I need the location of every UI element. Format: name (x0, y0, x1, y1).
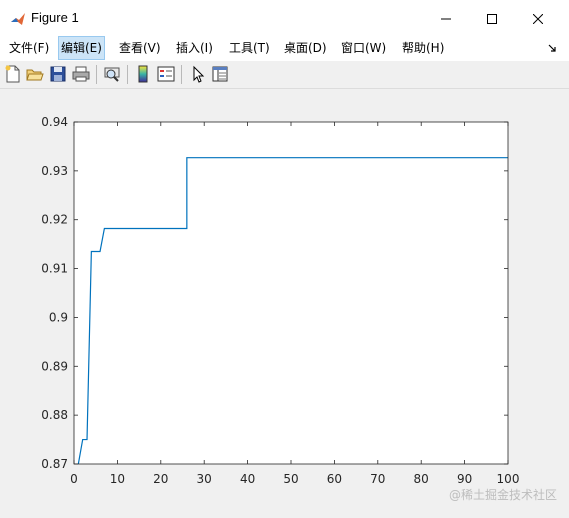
maximize-button[interactable] (469, 0, 515, 37)
print-preview-icon[interactable] (103, 65, 121, 83)
property-inspector-icon[interactable] (211, 65, 229, 83)
print-icon[interactable] (72, 65, 90, 83)
toolbar (0, 61, 569, 89)
x-tick-label: 50 (283, 472, 298, 486)
menu-insert[interactable]: 插入(I) (174, 37, 215, 59)
title-bar: Figure 1 (0, 0, 569, 37)
x-tick-label: 90 (457, 472, 472, 486)
x-tick-label: 80 (414, 472, 429, 486)
y-tick-label: 0.89 (41, 359, 68, 373)
matlab-logo-icon (10, 11, 26, 27)
y-tick-label: 0.87 (41, 457, 68, 471)
x-tick-label: 30 (197, 472, 212, 486)
y-tick-label: 0.92 (41, 213, 68, 227)
y-tick-label: 0.9 (49, 310, 68, 324)
x-tick-label: 0 (70, 472, 78, 486)
maximize-icon (487, 13, 497, 24)
menu-desktop[interactable]: 桌面(D) (282, 37, 329, 59)
close-button[interactable] (515, 0, 561, 37)
plot-area (74, 122, 508, 464)
menu-window[interactable]: 窗口(W) (339, 37, 388, 59)
toolbar-separator (127, 65, 128, 84)
y-tick-label: 0.91 (41, 262, 68, 276)
save-icon[interactable] (49, 65, 67, 83)
toolbar-separator (96, 65, 97, 84)
menu-tools[interactable]: 工具(T) (227, 37, 272, 59)
menu-view[interactable]: 查看(V) (117, 37, 163, 59)
x-tick-label: 10 (110, 472, 125, 486)
open-file-icon[interactable] (26, 65, 44, 83)
y-tick-label: 0.93 (41, 164, 68, 178)
y-tick-label: 0.94 (41, 115, 68, 129)
menu-bar: 文件(F) 编辑(E) 查看(V) 插入(I) 工具(T) 桌面(D) 窗口(W… (0, 36, 569, 61)
legend-icon[interactable] (157, 65, 175, 83)
menu-file[interactable]: 文件(F) (7, 37, 51, 59)
close-icon (533, 13, 543, 24)
toolbar-separator (181, 65, 182, 84)
line-chart[interactable]: 0 10 20 30 40 50 60 70 80 90 100 0.87 0.88 0.89 0.9 0.9… (0, 89, 569, 515)
x-tick-label: 60 (327, 472, 342, 486)
x-tick-label: 100 (497, 472, 520, 486)
minimize-button[interactable] (423, 0, 469, 37)
y-tick-label: 0.88 (41, 408, 68, 422)
minimize-icon (441, 18, 451, 19)
menu-help[interactable]: 帮助(H) (400, 37, 446, 59)
menu-edit[interactable]: 编辑(E) (58, 36, 105, 60)
new-figure-icon[interactable] (4, 65, 22, 83)
pointer-icon[interactable] (189, 65, 207, 83)
window-title: Figure 1 (31, 10, 79, 25)
x-tick-label: 40 (240, 472, 255, 486)
watermark-text: @稀土掘金技术社区 (448, 488, 557, 502)
menu-dock-arrow-icon[interactable] (548, 44, 557, 53)
x-tick-label: 70 (370, 472, 385, 486)
colorbar-icon[interactable] (134, 65, 152, 83)
x-tick-label: 20 (153, 472, 168, 486)
figure-canvas: 0 10 20 30 40 50 60 70 80 90 100 0.87 0.88 0.89 0.9 0.9… (0, 89, 569, 515)
